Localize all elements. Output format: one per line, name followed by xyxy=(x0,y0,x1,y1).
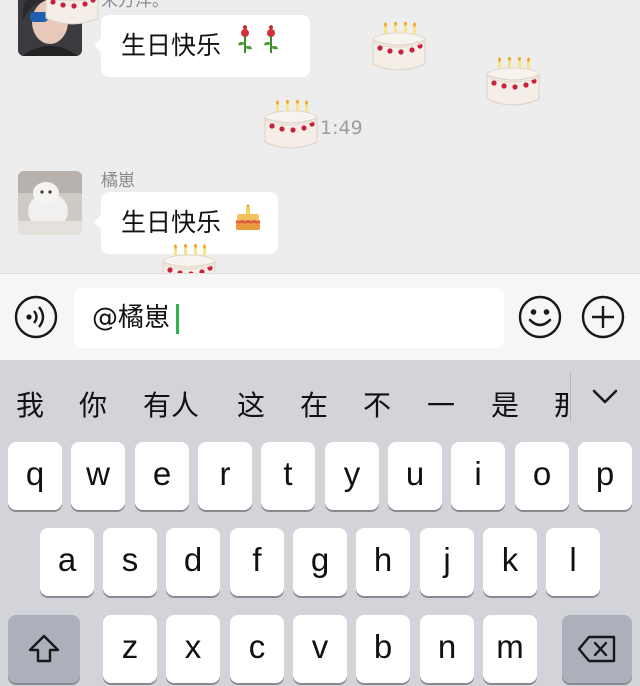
timestamp: 1:49 xyxy=(320,117,363,139)
key-d[interactable]: d xyxy=(166,528,220,596)
candidate-item[interactable]: 是 xyxy=(491,384,519,424)
key-h[interactable]: h xyxy=(356,528,410,596)
plus-icon[interactable] xyxy=(581,295,625,339)
chat-area: 宋方洋。 生日快乐 1:49 橘崽 生日快乐 xyxy=(0,0,640,273)
key-g[interactable]: g xyxy=(293,528,347,596)
candidate-item[interactable]: 在 xyxy=(300,384,328,424)
text-caret xyxy=(176,303,180,334)
key-x[interactable]: x xyxy=(166,615,220,683)
key-c[interactable]: c xyxy=(230,615,284,683)
message-text: 生日快乐 xyxy=(121,31,222,60)
key-n[interactable]: n xyxy=(420,615,474,683)
key-k[interactable]: k xyxy=(483,528,537,596)
message-text: 生日快乐 xyxy=(121,208,222,237)
key-p[interactable]: p xyxy=(578,442,632,510)
key-w[interactable]: w xyxy=(71,442,125,510)
shift-icon xyxy=(28,634,60,663)
key-l[interactable]: l xyxy=(546,528,600,596)
key-m[interactable]: m xyxy=(483,615,537,683)
birthday-cake-icon xyxy=(486,57,540,106)
birthday-cake-icon xyxy=(45,0,99,25)
candidate-item[interactable]: 我 xyxy=(16,384,44,424)
message-input[interactable]: @橘崽 xyxy=(74,288,504,348)
candidate-item[interactable]: 那 xyxy=(554,384,570,424)
input-text: @橘崽 xyxy=(92,303,171,333)
key-a[interactable]: a xyxy=(40,528,94,596)
key-b[interactable]: b xyxy=(356,615,410,683)
candidate-item[interactable]: 有人 xyxy=(143,384,199,424)
delete-icon xyxy=(577,635,616,663)
sender-name: 橘崽 xyxy=(101,171,135,191)
keyboard: 我 你 有人 这 在 不 一 是 那 q w e r t y u i o p a… xyxy=(0,360,640,686)
key-o[interactable]: o xyxy=(515,442,569,510)
key-f[interactable]: f xyxy=(230,528,284,596)
key-s[interactable]: s xyxy=(103,528,157,596)
birthday-cake-icon xyxy=(162,244,216,273)
key-i[interactable]: i xyxy=(451,442,505,510)
rose-icon xyxy=(235,16,283,78)
birthday-cake-icon xyxy=(264,100,318,149)
delete-key[interactable] xyxy=(562,615,632,683)
avatar[interactable] xyxy=(18,171,82,235)
message-bubble[interactable]: 生日快乐 xyxy=(94,15,310,78)
candidate-item[interactable]: 你 xyxy=(79,384,107,424)
input-bar: @橘崽 xyxy=(0,273,640,360)
birthday-cake-icon xyxy=(235,193,261,255)
key-j[interactable]: j xyxy=(420,528,474,596)
key-u[interactable]: u xyxy=(388,442,442,510)
voice-icon[interactable] xyxy=(14,295,58,339)
key-r[interactable]: r xyxy=(198,442,252,510)
birthday-cake-icon xyxy=(372,22,426,71)
candidate-item[interactable]: 一 xyxy=(427,384,455,424)
key-e[interactable]: e xyxy=(135,442,189,510)
candidate-item[interactable]: 不 xyxy=(363,384,391,424)
candidate-bar: 我 你 有人 这 在 不 一 是 那 xyxy=(0,360,640,440)
chevron-down-icon[interactable] xyxy=(588,382,622,412)
sender-name: 宋方洋。 xyxy=(101,0,169,11)
candidate-item[interactable]: 这 xyxy=(237,384,265,424)
key-y[interactable]: y xyxy=(325,442,379,510)
key-q[interactable]: q xyxy=(8,442,62,510)
key-v[interactable]: v xyxy=(293,615,347,683)
key-z[interactable]: z xyxy=(103,615,157,683)
key-t[interactable]: t xyxy=(261,442,315,510)
shift-key[interactable] xyxy=(8,615,80,683)
divider xyxy=(570,372,571,422)
emoji-icon[interactable] xyxy=(518,295,562,339)
